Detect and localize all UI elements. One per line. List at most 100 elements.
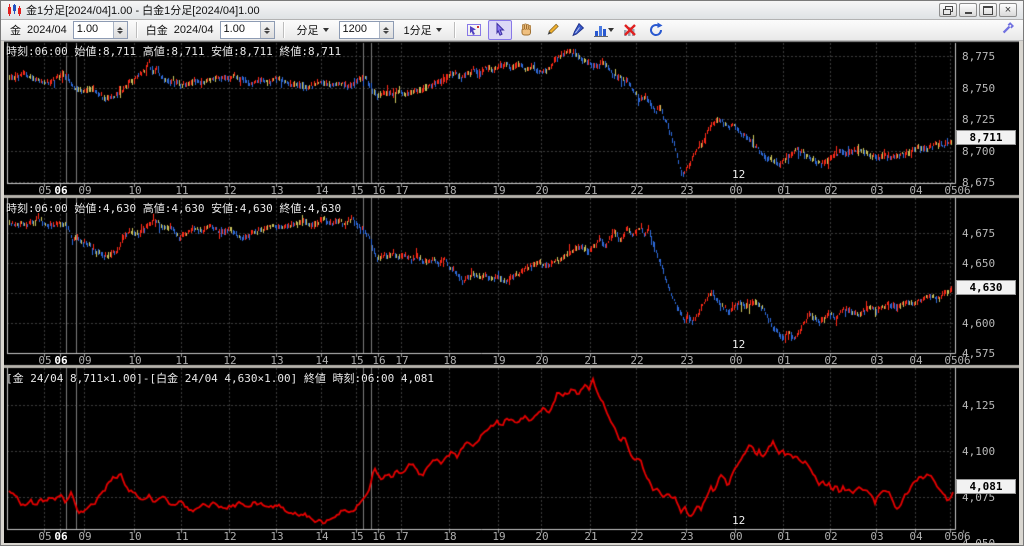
time-axis-label: 00 <box>724 531 748 542</box>
platinum-multiplier-spinner[interactable]: 1.00 <box>220 21 275 39</box>
chevron-down-icon <box>608 28 614 32</box>
interval-dropdown[interactable]: 1分足 <box>399 19 447 41</box>
gold-last-price-box: 8,711 <box>956 130 1016 145</box>
time-axis-label: 14 <box>310 185 334 196</box>
y-axis-label: 4,600 <box>962 318 995 329</box>
time-axis-label: 14 <box>310 531 334 542</box>
bar-count-spinner[interactable]: 1200 <box>339 21 394 39</box>
y-axis-label: 8,700 <box>962 146 995 157</box>
time-axis-label: 19 <box>487 355 511 366</box>
time-axis-label: 03 <box>865 185 889 196</box>
crosshair-chart-icon <box>466 22 482 38</box>
time-axis-label: 21 <box>579 355 603 366</box>
time-axis-label: 12 <box>218 531 242 542</box>
close-button[interactable]: × <box>999 3 1017 17</box>
time-axis-label: 22 <box>625 185 649 196</box>
chevron-down-icon <box>436 28 442 32</box>
time-axis-label: 06 <box>49 531 73 542</box>
time-axis-label: 02 <box>819 185 843 196</box>
minimize-button[interactable] <box>959 3 977 17</box>
time-axis-label: 06 <box>952 185 976 196</box>
y-axis-label: 8,750 <box>962 83 995 94</box>
time-axis-label: 10 <box>123 531 147 542</box>
gold-label: 金 <box>10 22 21 38</box>
time-axis-label: 09 <box>73 185 97 196</box>
platinum-last-price-box: 4,630 <box>956 280 1016 295</box>
crosshair-select-tool-button[interactable] <box>462 20 486 40</box>
settings-wrench-icon[interactable] <box>1000 21 1015 39</box>
time-axis-label: 18 <box>438 185 462 196</box>
bar-type-value: 分足 <box>297 22 319 38</box>
date-label: 12 <box>732 515 745 526</box>
time-axis-label: 04 <box>904 355 928 366</box>
time-axis-label: 17 <box>390 531 414 542</box>
time-axis-label: 11 <box>170 355 194 366</box>
pen-draw-tool-button[interactable] <box>566 20 590 40</box>
gold-ohlc-readout: 時刻:06:00 始値:8,711 高値:8,711 安値:8,711 終値:8… <box>6 43 341 59</box>
time-axis-label: 15 <box>345 185 369 196</box>
time-axis-label: 04 <box>904 531 928 542</box>
gold-multiplier-arrows[interactable] <box>113 22 127 38</box>
toolbar: 金 2024/04 1.00 白金 2024/04 1.00 分足 1200 1… <box>1 20 1023 41</box>
chevron-down-icon <box>323 28 329 32</box>
time-axis-label: 23 <box>675 355 699 366</box>
time-axis-label: 02 <box>819 531 843 542</box>
gold-month-label: 2024/04 <box>27 24 67 36</box>
y-axis-label: 8,725 <box>962 114 995 125</box>
time-axis-label: 12 <box>218 355 242 366</box>
gold-multiplier-value[interactable]: 1.00 <box>74 22 113 38</box>
spread-readout: [金 24/04 8,711×1.00]-[白金 24/04 4,630×1.0… <box>6 370 434 386</box>
bar-chart-icon <box>594 22 608 38</box>
interval-value: 1分足 <box>404 22 432 38</box>
refresh-button[interactable] <box>644 20 668 40</box>
time-axis-label: 19 <box>487 185 511 196</box>
y-axis-label: 4,675 <box>962 228 995 239</box>
y-axis-label: 4,125 <box>962 400 995 411</box>
platinum-multiplier-arrows[interactable] <box>260 22 274 38</box>
time-axis-label: 12 <box>218 185 242 196</box>
platinum-multiplier-value[interactable]: 1.00 <box>221 22 260 38</box>
bar-count-arrows[interactable] <box>379 22 393 38</box>
time-axis-label: 09 <box>73 355 97 366</box>
pointer-tool-button[interactable] <box>488 20 512 40</box>
bar-type-dropdown[interactable]: 分足 <box>292 19 334 41</box>
window-controls: × <box>939 3 1023 17</box>
time-axis-label: 11 <box>170 531 194 542</box>
y-axis-label: 8,775 <box>962 51 995 62</box>
float-window-button[interactable] <box>939 3 957 17</box>
time-axis-label: 23 <box>675 531 699 542</box>
toolbar-separator <box>283 22 285 38</box>
time-axis-label: 10 <box>123 185 147 196</box>
gold-multiplier-spinner[interactable]: 1.00 <box>73 21 128 39</box>
y-axis-label: 4,650 <box>962 258 995 269</box>
time-axis-label: 06 <box>952 531 976 542</box>
candlestick-window-icon <box>6 3 22 17</box>
date-label: 12 <box>732 339 745 350</box>
clear-drawings-button[interactable] <box>618 20 642 40</box>
time-axis-label: 15 <box>345 531 369 542</box>
toolbar-separator <box>454 22 456 38</box>
time-axis-label: 13 <box>265 355 289 366</box>
pan-hand-tool-button[interactable] <box>514 20 538 40</box>
maximize-button[interactable] <box>979 3 997 17</box>
chart-type-dropdown-button[interactable] <box>592 20 616 40</box>
time-axis-label: 17 <box>390 185 414 196</box>
pencil-draw-tool-button[interactable] <box>540 20 564 40</box>
platinum-ohlc-readout: 時刻:06:00 始値:4,630 高値:4,630 安値:4,630 終値:4… <box>6 200 341 216</box>
chart-window: 金1分足[2024/04]1.00 - 白金1分足[2024/04]1.00 ×… <box>0 0 1024 546</box>
titlebar[interactable]: 金1分足[2024/04]1.00 - 白金1分足[2024/04]1.00 × <box>1 1 1023 20</box>
time-axis-label: 06 <box>952 355 976 366</box>
time-axis-label: 17 <box>390 355 414 366</box>
delete-x-icon <box>622 22 638 38</box>
bar-count-value[interactable]: 1200 <box>340 22 379 38</box>
time-axis-label: 11 <box>170 185 194 196</box>
price-charts-canvas[interactable] <box>4 41 1019 543</box>
time-axis-label: 22 <box>625 355 649 366</box>
date-label: 12 <box>732 169 745 180</box>
time-axis-label: 20 <box>530 185 554 196</box>
time-axis-label: 16 <box>367 355 391 366</box>
time-axis-label: 00 <box>724 185 748 196</box>
y-axis-label: 4,100 <box>962 446 995 457</box>
pencil-icon <box>544 22 560 38</box>
time-axis-label: 18 <box>438 355 462 366</box>
